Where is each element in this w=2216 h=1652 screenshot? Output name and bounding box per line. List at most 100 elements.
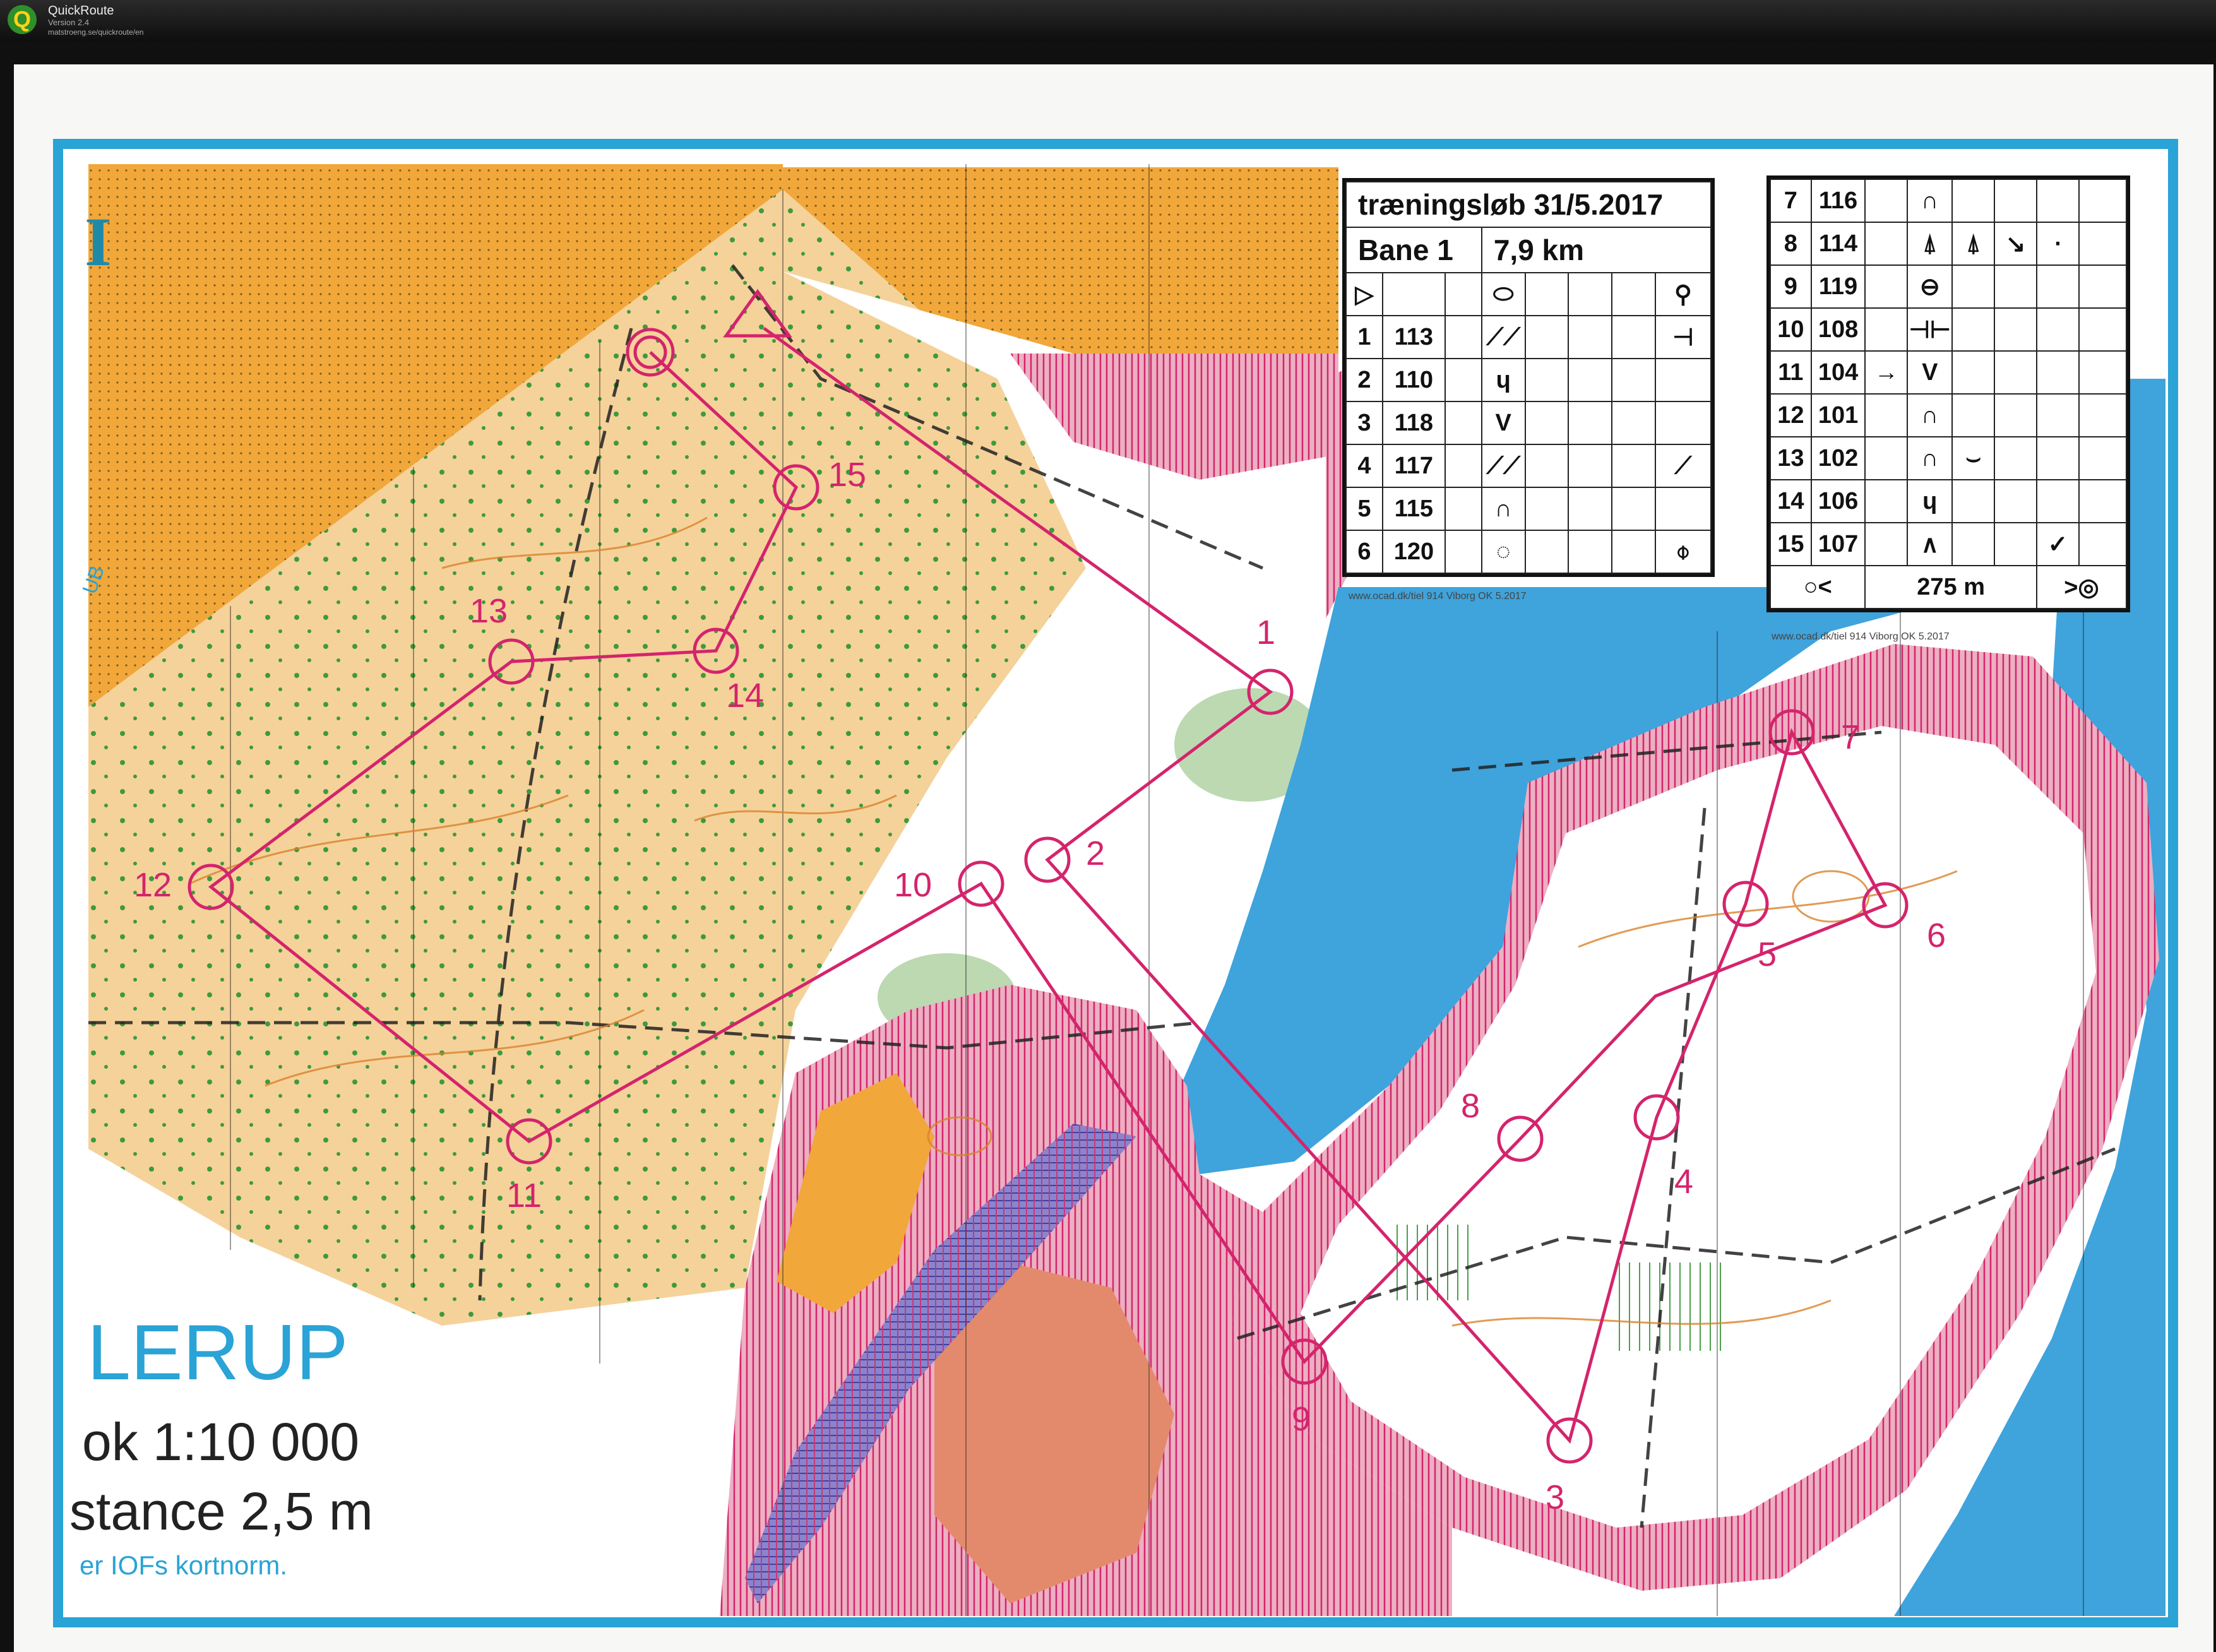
ctrl-location: [2035, 179, 2080, 223]
ctrl-appearance: ⌣: [1951, 436, 1996, 480]
ctrl-code: 104: [1810, 350, 1866, 395]
ctrl-feature: V: [1907, 350, 1953, 395]
ctrl-code: 120: [1382, 530, 1446, 574]
ctrl-code: 102: [1810, 436, 1866, 480]
ctrl-location: [1654, 487, 1712, 531]
ctrl-feature: ɥ: [1907, 479, 1953, 523]
ctrl-direction: →: [1864, 350, 1909, 395]
map-scale: ok 1:10 000: [82, 1412, 360, 1471]
ctrl-code: 106: [1810, 479, 1866, 523]
ctrl-direction: [1864, 393, 1909, 437]
ctrl-location: [2035, 393, 2080, 437]
ctrl-direction: [1864, 307, 1909, 352]
control-number-6: 6: [1927, 917, 1946, 954]
app-name: QuickRoute: [48, 4, 114, 18]
ctrl-dimension: [1994, 350, 2037, 395]
ctrl-direction: [1864, 479, 1909, 523]
ctrl-dimension: ↘: [1994, 222, 2037, 266]
ctrl-location: [1654, 401, 1712, 445]
ctrl-appearance: [1951, 264, 1996, 309]
ctrl-num: 1: [1345, 315, 1383, 359]
ctrl-location: [2035, 264, 2080, 309]
ctrl-num: 6: [1345, 530, 1383, 574]
app-url: matstroeng.se/quickroute/en: [48, 28, 144, 37]
map-norm-note: er IOFs kortnorm.: [80, 1550, 288, 1580]
ctrl-num: 10: [1770, 307, 1812, 352]
ctrl-dimension: [1994, 307, 2037, 352]
ctrl-dimension: [1994, 522, 2037, 566]
ctrl-appearance: [1951, 479, 1996, 523]
open-land-icon: ⬭: [1480, 272, 1526, 316]
ctrl-feature: ∧: [1907, 522, 1953, 566]
app-titlebar: Q QuickRoute Version 2.4 matstroeng.se/q…: [0, 0, 2216, 42]
finish-from-icon: ○<: [1769, 565, 1866, 609]
ctrl-appearance: [1951, 350, 1996, 395]
ctrl-feature: ⟋⟋: [1480, 444, 1526, 488]
table-2-footer: www.ocad.dk/tiel 914 Viborg OK 5.2017: [1772, 631, 1950, 642]
control-number-2: 2: [1086, 835, 1105, 872]
control-number-9: 9: [1292, 1400, 1311, 1438]
ctrl-code: 101: [1810, 393, 1866, 437]
ctrl-appearance: ⍋: [1951, 222, 1996, 266]
table-1-footer: www.ocad.dk/tiel 914 Viborg OK 5.2017: [1349, 591, 1527, 602]
ctrl-num: 7: [1770, 179, 1812, 223]
ctrl-num: 5: [1345, 487, 1383, 531]
ctrl-feature: ∩: [1480, 487, 1526, 531]
ctrl-num: 4: [1345, 444, 1383, 488]
course-name: Bane 1: [1345, 227, 1482, 273]
ctrl-direction: [1864, 436, 1909, 480]
ctrl-location: ⟋: [1654, 444, 1712, 488]
ctrl-code: 108: [1810, 307, 1866, 352]
course-length: 7,9 km: [1480, 227, 1712, 273]
ctrl-direction: [1864, 222, 1909, 266]
control-number-11: 11: [506, 1177, 542, 1215]
ctrl-appearance: [1951, 522, 1996, 566]
finish-distance: 275 m: [1864, 565, 2037, 609]
ctrl-location: [2035, 307, 2080, 352]
control-number-12: 12: [134, 866, 172, 904]
ctrl-num: 14: [1770, 479, 1812, 523]
ctrl-feature: ⊣⊢: [1907, 307, 1953, 352]
ctrl-location: [2035, 436, 2080, 480]
ctrl-dimension: [1994, 179, 2037, 223]
ctrl-code: 110: [1382, 358, 1446, 402]
ctrl-num: 15: [1770, 522, 1812, 566]
ctrl-location: ⊣: [1654, 315, 1712, 359]
ctrl-code: 115: [1382, 487, 1446, 531]
ctrl-direction: [1864, 179, 1909, 223]
ctrl-dimension: [1994, 264, 2037, 309]
start-symbol: ▷: [1345, 272, 1383, 316]
ctrl-appearance: [1951, 393, 1996, 437]
ctrl-appearance: [1951, 307, 1996, 352]
ctrl-code: 118: [1382, 401, 1446, 445]
ctrl-location: [1654, 358, 1712, 402]
control-number-10: 10: [894, 866, 932, 904]
ctrl-code: 116: [1810, 179, 1866, 223]
control-number-3: 3: [1546, 1478, 1564, 1516]
ctrl-location: ✓: [2035, 522, 2080, 566]
ctrl-num: 11: [1770, 350, 1812, 395]
map-name: LERUP: [87, 1309, 348, 1396]
ctrl-feature: ∩: [1907, 393, 1953, 437]
ctrl-num: 2: [1345, 358, 1383, 402]
quickroute-logo-icon: Q: [8, 5, 37, 34]
control-number-13: 13: [470, 592, 508, 630]
control-descriptions-2: 7 116 ∩ 8 114 ⍋ ⍋ ↘ ⋅ 9 119 ⊖ 10 108 ⊣⊢ 11 104 → V 12 1…: [1766, 175, 2130, 612]
ctrl-num: 3: [1345, 401, 1383, 445]
ctrl-code: 107: [1810, 522, 1866, 566]
control-number-4: 4: [1674, 1163, 1693, 1201]
app-version: Version 2.4: [48, 18, 90, 27]
ctrl-feature: ⟋⟋: [1480, 315, 1526, 359]
ctrl-dimension: [1994, 436, 2037, 480]
ctrl-num: 9: [1770, 264, 1812, 309]
control-descriptions-1: træningsløb 31/5.2017 Bane 1 7,9 km ▷ ⬭ …: [1342, 178, 1715, 577]
ctrl-num: 8: [1770, 222, 1812, 266]
ctrl-location: [2035, 479, 2080, 523]
control-number-15: 15: [828, 456, 866, 494]
control-number-5: 5: [1758, 936, 1777, 973]
map-contour-interval: stance 2,5 m: [69, 1482, 373, 1541]
control-number-1: 1: [1256, 614, 1275, 651]
ctrl-num: 12: [1770, 393, 1812, 437]
control-number-8: 8: [1461, 1087, 1480, 1125]
ctrl-feature: ∩: [1907, 179, 1953, 223]
